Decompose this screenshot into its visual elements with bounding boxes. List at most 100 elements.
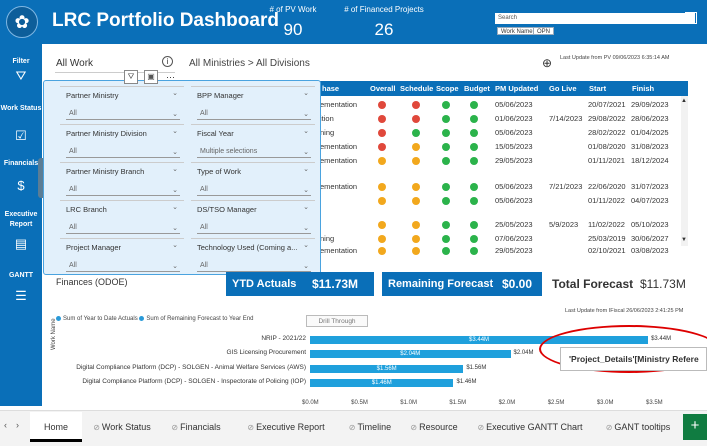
cell-phase: ementation <box>320 142 358 151</box>
filter-visual-icon[interactable]: ⛛ <box>124 70 138 84</box>
chevron-down-icon[interactable]: ⌄ <box>303 89 309 97</box>
col-overall[interactable]: Overall <box>370 84 395 93</box>
tab-nav-prev-icon[interactable]: ‹ <box>4 420 7 430</box>
dropdown-arrow-icon[interactable]: ⌄ <box>172 147 178 159</box>
table-row[interactable]: ementation 15/05/2023 01/08/2020 31/08/2023 <box>316 140 682 154</box>
slicer-dropdown[interactable]: All ⌄ <box>197 184 311 196</box>
col-finish[interactable]: Finish <box>632 84 654 93</box>
sidebar-item-executive-report[interactable]: Executive Report <box>0 210 42 230</box>
tab-work-status[interactable]: ⊘ Work Status <box>86 412 158 442</box>
table-row[interactable]: ition 01/06/2023 7/14/2023 29/08/2022 28/06/… <box>316 112 682 126</box>
scroll-down-icon[interactable]: ▼ <box>681 237 687 243</box>
slicer-bpp-manager[interactable]: BPP Manager ⌄ All ⌄ <box>191 86 315 122</box>
dropdown-arrow-icon[interactable]: ⌄ <box>172 223 178 235</box>
col-start[interactable]: Start <box>589 84 606 93</box>
work-name-button[interactable]: Work Name <box>497 27 537 35</box>
bar[interactable]: $1.56M <box>310 365 464 373</box>
col-budget[interactable]: Budget <box>464 84 490 93</box>
col-schedule[interactable]: Schedule <box>400 84 433 93</box>
sidebar-item-gantt[interactable]: GANTT <box>0 272 42 279</box>
slicer-dropdown[interactable]: All ⌄ <box>66 108 180 120</box>
col-go-live[interactable]: Go Live <box>549 84 577 93</box>
dropdown-arrow-icon[interactable]: ⌄ <box>303 185 309 197</box>
tab-resource[interactable]: ⊘ Resource <box>404 412 464 442</box>
slicer-partner-ministry-branch[interactable]: Partner Ministry Branch ⌄ All ⌄ <box>60 162 184 198</box>
dropdown-arrow-icon[interactable]: ⌄ <box>172 185 178 197</box>
tab-financials[interactable]: ⊘ Financials <box>160 412 232 442</box>
status-dot-sc <box>442 197 450 205</box>
chevron-down-icon[interactable]: ⌄ <box>303 241 309 249</box>
slicer-technology-used-coming-a-[interactable]: Technology Used (Coming a... ⌄ All ⌄ <box>191 238 315 274</box>
slicer-type-of-work[interactable]: Type of Work ⌄ All ⌄ <box>191 162 315 198</box>
slicer-dropdown[interactable]: All ⌄ <box>197 222 311 234</box>
more-options-icon[interactable]: ⋯ <box>166 72 175 83</box>
slicer-dropdown[interactable]: All ⌄ <box>197 108 311 120</box>
table-row[interactable]: 25/05/2023 5/9/2023 11/02/2022 05/10/2023 <box>316 218 682 232</box>
status-dot-s <box>412 183 420 191</box>
slicer-ds-tso-manager[interactable]: DS/TSO Manager ⌄ All ⌄ <box>191 200 315 236</box>
slicer-dropdown[interactable]: All ⌄ <box>66 222 180 234</box>
chevron-down-icon[interactable]: ⌄ <box>172 203 178 211</box>
dropdown-arrow-icon[interactable]: ⌄ <box>172 109 178 121</box>
focus-mode-icon[interactable]: ▣ <box>144 70 158 84</box>
tab-executive-gantt-chart[interactable]: ⊘ Executive GANTT Chart <box>468 412 592 442</box>
tab-executive-report[interactable]: ⊘ Executive Report <box>236 412 336 442</box>
gantt-icon[interactable]: ☰ <box>0 288 42 304</box>
slicer-partner-ministry[interactable]: Partner Ministry ⌄ All ⌄ <box>60 86 184 122</box>
add-page-button[interactable]: + <box>683 414 707 440</box>
tab-nav-next-icon[interactable]: › <box>16 420 19 430</box>
table-row[interactable]: ementation 29/05/2023 02/10/2021 03/08/2023 <box>316 244 682 258</box>
status-dot-s <box>412 197 420 205</box>
sidebar-item-financials[interactable]: Financials <box>0 160 42 167</box>
scroll-up-icon[interactable]: ▲ <box>681 98 687 104</box>
chevron-down-icon[interactable]: ⌄ <box>172 165 178 173</box>
sidebar-item-filter[interactable]: Filter <box>0 58 42 65</box>
col-scope[interactable]: Scope <box>436 84 459 93</box>
chevron-down-icon[interactable]: ⌄ <box>303 127 309 135</box>
chevron-down-icon[interactable]: ⌄ <box>303 165 309 173</box>
bar[interactable]: $1.46M <box>310 379 454 387</box>
slicer-lrc-branch[interactable]: LRC Branch ⌄ All ⌄ <box>60 200 184 236</box>
table-row[interactable]: 05/06/2023 01/11/2022 04/07/2023 <box>316 194 682 208</box>
dropdown-arrow-icon[interactable]: ⌄ <box>172 261 178 273</box>
tab-home[interactable]: Home <box>30 412 82 442</box>
filter-icon[interactable]: ⛛ <box>0 68 42 84</box>
dropdown-arrow-icon[interactable]: ⌄ <box>303 223 309 235</box>
zoom-icon[interactable]: ⊕ <box>542 56 552 70</box>
table-row[interactable]: ning 05/06/2023 28/02/2022 01/04/2025 <box>316 126 682 140</box>
slicer-dropdown[interactable]: All ⌄ <box>66 146 180 158</box>
opn-button[interactable]: OPN <box>533 27 555 35</box>
tab-timeline[interactable]: ⊘ Timeline <box>340 412 400 442</box>
breadcrumb: All Ministries > All Divisions <box>189 58 310 69</box>
chevron-down-icon[interactable]: ⌄ <box>303 203 309 211</box>
status-icon[interactable]: ☑ <box>0 128 42 144</box>
tab-gant-tooltips[interactable]: ⊘ GANT tooltips <box>596 412 680 442</box>
table-scrollbar[interactable] <box>681 96 688 246</box>
slicer-dropdown[interactable]: All ⌄ <box>66 260 180 272</box>
col-pm-updated[interactable]: PM Updated <box>495 84 538 93</box>
search-input[interactable]: Search <box>495 13 695 24</box>
close-icon[interactable]: ✕ <box>685 12 697 24</box>
dropdown-arrow-icon[interactable]: ⌄ <box>303 109 309 121</box>
sidebar-item-work-status[interactable]: Work Status <box>0 104 42 114</box>
drill-through-button[interactable]: Drill Through <box>306 315 368 327</box>
slicer-value: All <box>69 186 77 193</box>
table-row[interactable]: ementation 05/06/2023 20/07/2021 29/09/2023 <box>316 98 682 112</box>
col-phase[interactable]: hase <box>322 84 339 93</box>
slicer-partner-ministry-division[interactable]: Partner Ministry Division ⌄ All ⌄ <box>60 124 184 160</box>
slicer-fiscal-year[interactable]: Fiscal Year ⌄ Multiple selections ⌄ <box>191 124 315 160</box>
table-row[interactable]: ementation 05/06/2023 7/21/2023 22/06/2020 3… <box>316 180 682 194</box>
bar[interactable]: $2.04M <box>310 350 511 358</box>
dollar-icon[interactable]: $ <box>0 178 42 193</box>
chevron-down-icon[interactable]: ⌄ <box>172 241 178 249</box>
slicer-project-manager[interactable]: Project Manager ⌄ All ⌄ <box>60 238 184 274</box>
slicer-dropdown[interactable]: Multiple selections ⌄ <box>197 146 311 158</box>
chevron-down-icon[interactable]: ⌄ <box>172 89 178 97</box>
chevron-down-icon[interactable]: ⌄ <box>172 127 178 135</box>
slicer-dropdown[interactable]: All ⌄ <box>197 260 311 272</box>
table-row[interactable]: ementation 29/05/2023 01/11/2021 18/12/2024 <box>316 154 682 168</box>
slicer-dropdown[interactable]: All ⌄ <box>66 184 180 196</box>
dropdown-arrow-icon[interactable]: ⌄ <box>303 147 309 159</box>
info-icon[interactable]: i <box>162 56 173 67</box>
report-icon[interactable]: ▤ <box>0 236 42 252</box>
